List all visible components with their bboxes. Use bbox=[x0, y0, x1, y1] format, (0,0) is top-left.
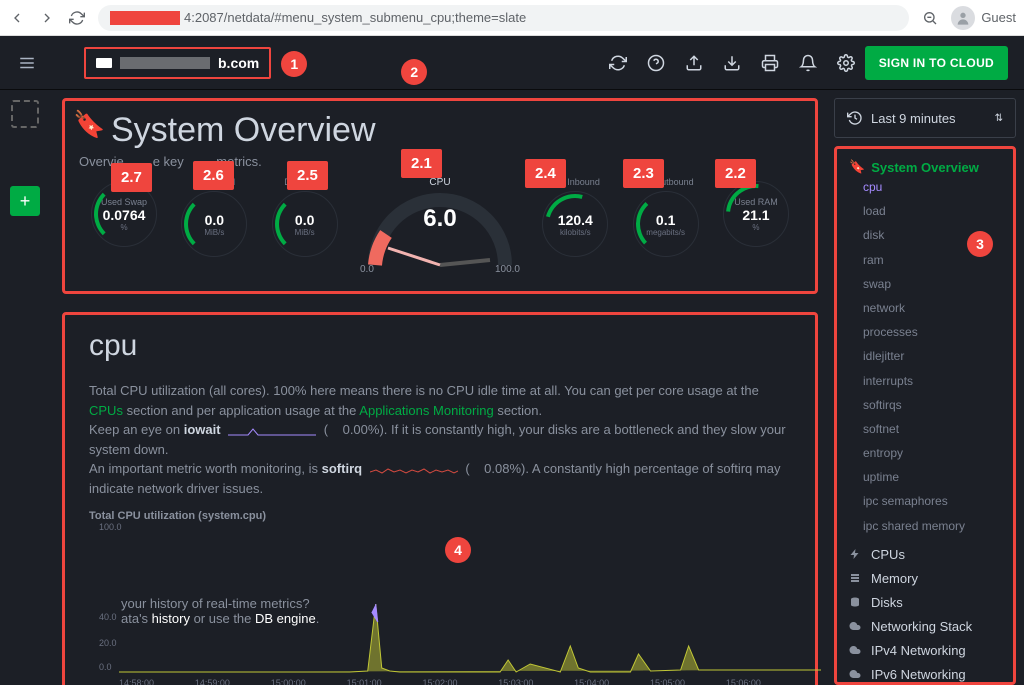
cpu-section: cpu Total CPU utilization (all cores). 1… bbox=[62, 312, 818, 685]
menu-heading[interactable]: 🔖System Overview bbox=[849, 159, 1001, 175]
nav-back[interactable] bbox=[8, 9, 26, 27]
cpu-description: Total CPU utilization (all cores). 100% … bbox=[89, 381, 791, 498]
menu-sub-entropy[interactable]: entropy bbox=[849, 441, 1001, 465]
gauge-disk-write[interactable]: Disk Write 0.0MiB/s bbox=[260, 177, 350, 275]
menu-sub-softnet[interactable]: softnet bbox=[849, 417, 1001, 441]
menu-sub-interrupts[interactable]: interrupts bbox=[849, 369, 1001, 393]
url-bar[interactable]: 4:2087/netdata/#menu_system_submenu_cpu;… bbox=[98, 5, 909, 31]
section-icon bbox=[849, 596, 863, 608]
tag: 2.6 bbox=[193, 161, 234, 190]
menu-sub-network[interactable]: network bbox=[849, 296, 1001, 320]
menu-section-cpus[interactable]: CPUs bbox=[849, 538, 1001, 562]
menu-section-ipv6-networking[interactable]: IPv6 Networking bbox=[849, 658, 1001, 682]
toolbar: b.com 1 2 SIGN IN TO CLOUD bbox=[0, 36, 1024, 90]
cpu-chart[interactable]: 100.0 40.0 20.0 0.0 your history of real… bbox=[89, 526, 791, 674]
gauge-cpu[interactable]: CPU 6.0 0.0100.0 bbox=[350, 177, 530, 275]
gauge-net-outbound[interactable]: Net Outbound 0.1megabits/s bbox=[621, 177, 711, 275]
section-icon bbox=[849, 668, 863, 680]
bookmark-icon: 🔖 bbox=[73, 109, 105, 140]
upload-icon[interactable] bbox=[685, 54, 703, 72]
menu-icon[interactable] bbox=[16, 54, 38, 72]
rail-placeholder[interactable] bbox=[11, 100, 39, 128]
section-icon bbox=[849, 572, 863, 584]
hint-text: your history of real-time metrics? ata's… bbox=[121, 596, 319, 626]
section-icon bbox=[849, 548, 863, 560]
download-icon[interactable] bbox=[723, 54, 741, 72]
gauge-net-inbound[interactable]: Net Inbound 120.4kilobits/s bbox=[530, 177, 620, 275]
menu-sub-cpu[interactable]: cpu bbox=[849, 175, 1001, 199]
help-icon[interactable] bbox=[647, 54, 665, 72]
tag: 2.4 bbox=[525, 159, 566, 188]
page-title: System Overview bbox=[111, 111, 801, 150]
menu-sub-load[interactable]: load bbox=[849, 199, 1001, 223]
tag: 2.1 bbox=[401, 149, 442, 178]
tag: 2.2 bbox=[715, 159, 756, 188]
section-title: cpu bbox=[89, 329, 791, 363]
gauge-used-ram[interactable]: Used RAM21.1% bbox=[711, 177, 801, 275]
overview-panel: 🔖 System Overview Overvie e key metrics.… bbox=[62, 98, 818, 294]
nav-reload[interactable] bbox=[68, 9, 86, 27]
hostname-selector[interactable]: b.com 1 bbox=[84, 47, 271, 79]
menu-section-disks[interactable]: Disks bbox=[849, 586, 1001, 610]
menu-sub-softirqs[interactable]: softirqs bbox=[849, 393, 1001, 417]
cpus-link[interactable]: CPUs bbox=[89, 403, 123, 418]
marker-2: 2 bbox=[401, 59, 427, 85]
browser-chrome: 4:2087/netdata/#menu_system_submenu_cpu;… bbox=[0, 0, 1024, 36]
marker-1: 1 bbox=[281, 51, 307, 77]
apps-link[interactable]: Applications Monitoring bbox=[359, 403, 493, 418]
menu-section-networking-stack[interactable]: Networking Stack bbox=[849, 610, 1001, 634]
guest-profile[interactable]: Guest bbox=[951, 6, 1016, 30]
chart-title: Total CPU utilization (system.cpu) bbox=[89, 510, 791, 522]
sign-in-button[interactable]: SIGN IN TO CLOUD bbox=[865, 46, 1008, 80]
tag: 2.5 bbox=[287, 161, 328, 190]
left-rail: + bbox=[0, 90, 50, 685]
gauge-disk-read[interactable]: Disk Read 0.0MiB/s bbox=[169, 177, 259, 275]
history-icon bbox=[847, 110, 863, 126]
menu-section-ipv4-networking[interactable]: IPv4 Networking bbox=[849, 634, 1001, 658]
nav-menu: 3 🔖System Overview cpuloaddiskramswapnet… bbox=[834, 146, 1016, 685]
section-icon bbox=[849, 620, 863, 632]
menu-sub-processes[interactable]: processes bbox=[849, 320, 1001, 344]
marker-3: 3 bbox=[967, 231, 993, 257]
section-icon bbox=[849, 644, 863, 656]
tag: 2.3 bbox=[623, 159, 664, 188]
menu-sub-idlejitter[interactable]: idlejitter bbox=[849, 344, 1001, 368]
tag: 2.7 bbox=[111, 163, 152, 192]
zoom-icon[interactable] bbox=[921, 9, 939, 27]
gear-icon[interactable] bbox=[837, 54, 855, 72]
time-picker[interactable]: Last 9 minutes ⇅ bbox=[834, 98, 1016, 138]
menu-sub-swap[interactable]: swap bbox=[849, 272, 1001, 296]
menu-sub-ipc-semaphores[interactable]: ipc semaphores bbox=[849, 489, 1001, 513]
x-axis: 14:58:0014:59:0015:00:0015:01:0015:02:00… bbox=[89, 678, 791, 685]
add-button[interactable]: + bbox=[10, 186, 40, 216]
menu-sub-uptime[interactable]: uptime bbox=[849, 465, 1001, 489]
marker-4: 4 bbox=[445, 537, 471, 563]
refresh-icon[interactable] bbox=[609, 54, 627, 72]
print-icon[interactable] bbox=[761, 54, 779, 72]
nav-forward[interactable] bbox=[38, 9, 56, 27]
bell-icon[interactable] bbox=[799, 54, 817, 72]
bookmark-icon: 🔖 bbox=[849, 159, 865, 175]
menu-section-memory[interactable]: Memory bbox=[849, 562, 1001, 586]
menu-sub-ipc-shared-memory[interactable]: ipc shared memory bbox=[849, 514, 1001, 538]
